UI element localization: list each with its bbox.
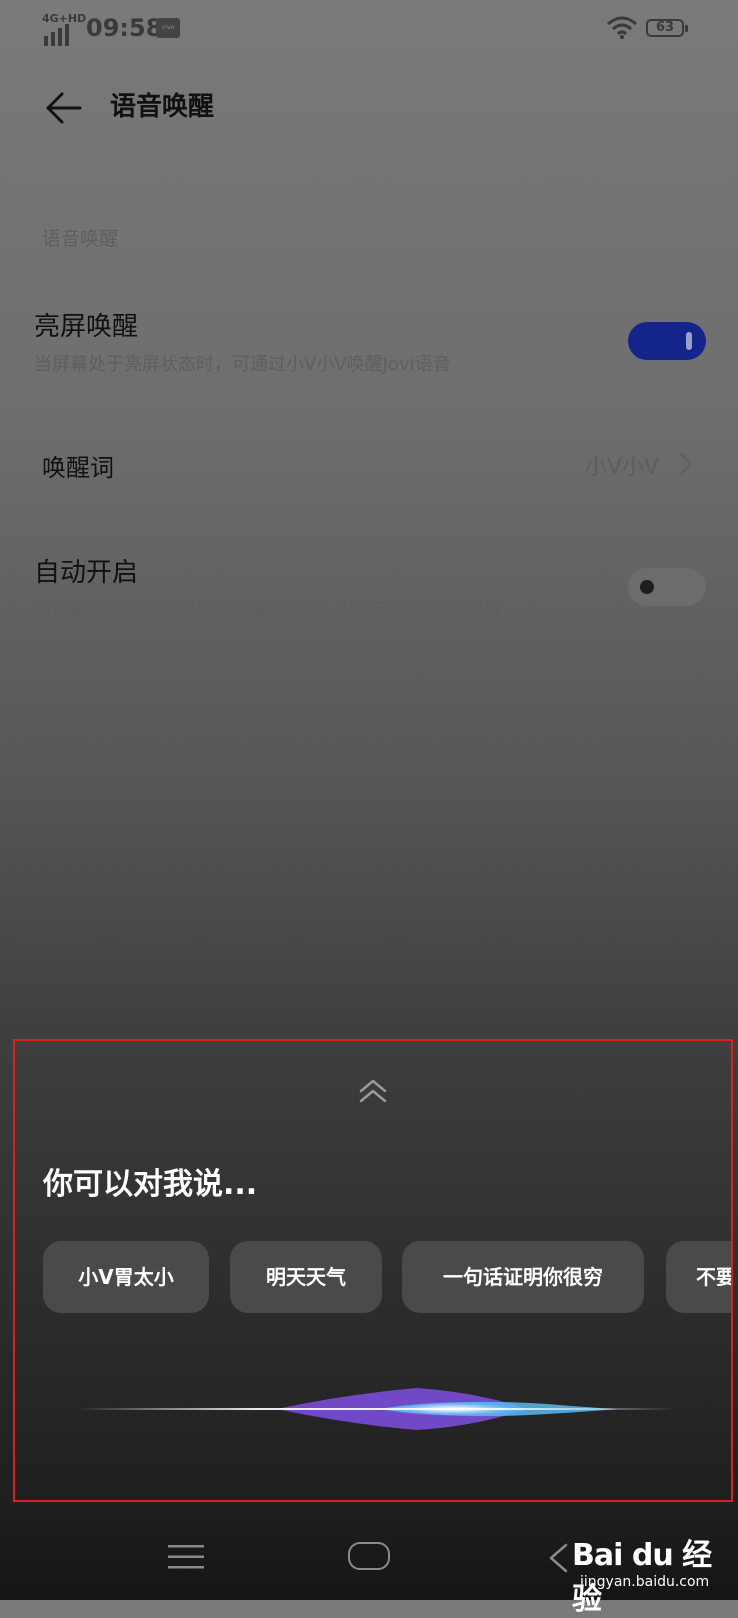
suggestion-chip[interactable]: 一句话证明你很穷: [402, 1241, 644, 1313]
nav-back-icon[interactable]: [546, 1542, 570, 1574]
double-chevron-up-icon[interactable]: [355, 1077, 391, 1105]
voice-assistant-panel: 你可以对我说... 小V胃太小 明天天气 一句话证明你很穷 不要: [13, 1039, 733, 1502]
menu-icon[interactable]: [168, 1544, 204, 1570]
suggestion-chip[interactable]: 明天天气: [230, 1241, 382, 1313]
suggestion-chip[interactable]: 小V胃太小: [43, 1241, 209, 1313]
setting-title: 自动开启: [34, 558, 139, 588]
auto-start-toggle[interactable]: [628, 568, 706, 606]
setting-description: 当车载蓝牙连接时或处于驾驶模式下，将自动开启亮屏唤醒: [34, 600, 502, 621]
battery-icon: 63: [646, 19, 688, 37]
voice-prompt: 你可以对我说...: [43, 1167, 258, 1202]
chevron-right-icon: [679, 452, 693, 476]
bright-screen-toggle[interactable]: [628, 322, 706, 360]
page-title: 语音唤醒: [110, 92, 215, 122]
toggle-knob: [640, 580, 654, 594]
wifi-icon: [607, 16, 637, 39]
watermark-url: jingyan.baidu.com: [580, 1574, 710, 1590]
toggle-knob: [686, 332, 692, 350]
home-button[interactable]: [348, 1542, 390, 1570]
status-bar: 4G+HD 09:58 vivo 63: [0, 0, 738, 60]
voice-waveform-icon: [77, 1388, 677, 1430]
section-header: 语音唤醒: [42, 228, 119, 250]
baidu-watermark: Bai du 经验 jingyan.baidu.com: [572, 1530, 732, 1617]
setting-title: 亮屏唤醒: [34, 312, 139, 342]
setting-title: 唤醒词: [42, 454, 114, 482]
setting-description: 当屏幕处于亮屏状态时，可通过小V小V唤醒Jovi语音: [34, 354, 451, 375]
app-badge-icon: vivo: [156, 18, 180, 38]
signal-icon: [44, 24, 69, 46]
clock: 09:58: [86, 14, 163, 42]
wake-word-value: 小V小V: [585, 455, 660, 480]
suggestion-chip[interactable]: 不要: [666, 1241, 731, 1313]
back-arrow-icon[interactable]: [44, 88, 84, 128]
suggestion-list: 小V胃太小 明天天气 一句话证明你很穷 不要: [15, 1241, 731, 1315]
